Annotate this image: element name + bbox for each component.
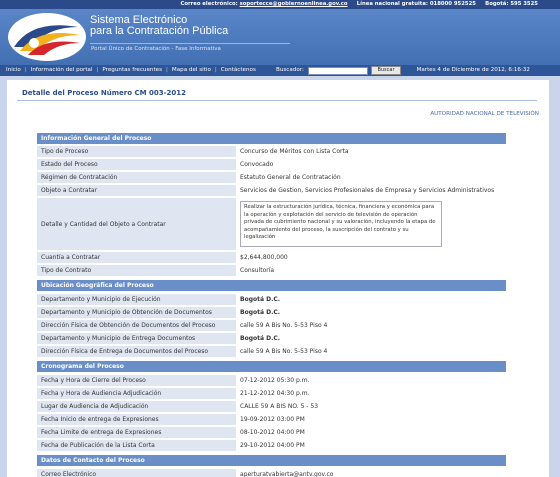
row-value: 08-10-2012 04:00 PM [237,427,506,438]
row-value: calle 59 A Bis No. 5-53 Piso 4 [237,346,506,357]
row-value: 19-09-2012 03:00 PM [237,414,506,425]
row-value: calle 59 A Bis No. 5-53 Piso 4 [237,320,506,331]
table-row: Fecha de Publicación de la Lista Corta 2… [37,440,506,451]
table-row: Dirección Física de Obtención de Documen… [37,320,506,331]
row-label: Objeto a Contratar [37,185,236,196]
table-row: Estado del Proceso Convocado [37,159,506,170]
section-ubicacion-header: Ubicación Geográfica del Proceso [37,280,506,291]
row-value: Consultoría [237,265,506,276]
row-value: 29-10-2012 04:00 PM [237,440,506,451]
row-value: $2,644,800,000 [237,252,506,263]
table-row: Fecha y Hora de Audiencia Adjudicación 2… [37,388,506,399]
main-content: Detalle del Proceso Número CM 003-2012 A… [7,80,549,477]
site-title-line2: para la Contratación Pública [90,25,229,37]
site-header: Sistema Electrónico para la Contratación… [0,9,560,65]
row-value: Estatuto General de Contratación [237,172,506,183]
row-label: Régimen de Contratación [37,172,236,183]
row-label: Detalle y Cantidad del Objeto a Contrata… [37,198,236,250]
table-row: Régimen de Contratación Estatuto General… [37,172,506,183]
contact-bar: Correo electrónico: soportecce@gobiernoe… [0,0,560,9]
page-title: Detalle del Proceso Número CM 003-2012 [22,89,187,97]
row-value: Realizar la estructuración jurídica, téc… [237,198,506,250]
title-divider [17,100,537,101]
table-row: Departamento y Municipio de Ejecución Bo… [37,294,506,305]
table-row: Cuantía a Contratar $2,644,800,000 [37,252,506,263]
row-value: Convocado [237,159,506,170]
header-divider [90,43,290,44]
table-row: Fecha Limite de entrega de Expresiones 0… [37,427,506,438]
nav-bar: Inicio | Información del portal | Pregun… [0,65,560,76]
row-label: Fecha y Hora de Audiencia Adjudicación [37,388,236,399]
entity-name: AUTORIDAD NACIONAL DE TELEVISIÓN [430,111,539,117]
current-date: Martes 4 de Diciembre de 2012, 6:16:32 [416,67,530,73]
table-row: Objeto a Contratar Servicios de Gestion,… [37,185,506,196]
search-button[interactable]: Buscar [371,66,401,75]
table-row: Departamento y Municipio de Obtención de… [37,307,506,318]
table-row: Departamento y Municipio de Entrega Docu… [37,333,506,344]
site-subtitle: Portal Único de Contratación - Fase Info… [91,46,221,52]
row-value: Servicios de Gestion, Servicios Profesio… [237,185,506,196]
phone-label: Línea nacional gratuita: 018000 952525 [356,1,476,7]
row-value: 21-12-2012 04:30 p.m. [237,388,506,399]
bogota-phone-label: Bogotá: 595 3525 [485,1,538,7]
row-value: Bogotá D.C. [237,333,506,344]
site-title: Sistema Electrónico para la Contratación… [90,15,228,37]
row-value: Concurso de Méritos con Lista Corta [237,146,506,157]
search-label: Buscador: [276,67,304,73]
nav-item-inicio[interactable]: Inicio [6,65,25,76]
table-row: Fecha y Hora de Cierre del Proceso 07-12… [37,375,506,386]
detail-textarea[interactable]: Realizar la estructuración jurídica, téc… [240,201,442,247]
email-label: Correo electrónico: [180,1,238,7]
row-label: Fecha Inicio de entrega de Expresiones [37,414,236,425]
nav-item-preguntas[interactable]: Preguntas frecuentes [102,65,166,76]
nav-menu: Inicio | Información del portal | Pregun… [6,65,260,76]
table-row: Fecha Inicio de entrega de Expresiones 1… [37,414,506,425]
row-label: Tipo de Contrato [37,265,236,276]
row-label: Departamento y Municipio de Obtención de… [37,307,236,318]
search-input[interactable] [308,67,368,75]
row-label: Cuantía a Contratar [37,252,236,263]
row-label: Correo Electrónico [37,469,236,477]
row-label: Departamento y Municipio de Entrega Docu… [37,333,236,344]
page: Correo electrónico: soportecce@gobiernoe… [0,0,560,477]
table-row: Tipo de Proceso Concurso de Méritos con … [37,146,506,157]
row-value: 07-12-2012 05:30 p.m. [237,375,506,386]
row-label: Fecha y Hora de Cierre del Proceso [37,375,236,386]
row-label: Tipo de Proceso [37,146,236,157]
row-label: Dirección Física de Entrega de Documento… [37,346,236,357]
table-row: Dirección Física de Entrega de Documento… [37,346,506,357]
row-label: Estado del Proceso [37,159,236,170]
nav-item-mapa[interactable]: Mapa del sitio [172,65,215,76]
row-label: Fecha de Publicación de la Lista Corta [37,440,236,451]
logo[interactable] [8,13,86,61]
nav-item-informacion[interactable]: Información del portal [31,65,97,76]
table-row: Detalle y Cantidad del Objeto a Contrata… [37,198,506,250]
row-value: aperturatvabierta@antv.gov.co [237,469,506,477]
section-general-header: Información General del Proceso [37,133,506,144]
logo-emblem-icon [14,25,80,55]
row-value: CALLE 59 A BIS NO. 5 - 53 [237,401,506,412]
row-value: Bogotá D.C. [237,307,506,318]
row-label: Fecha Limite de entrega de Expresiones [37,427,236,438]
section-cronograma-header: Cronograma del Proceso [37,361,506,372]
row-label: Lugar de Audiencia de Adjudicación [37,401,236,412]
section-contacto-header: Datos de Contacto del Proceso [37,455,506,466]
row-value: Bogotá D.C. [237,294,506,305]
table-row: Correo Electrónico aperturatvabierta@ant… [37,469,506,477]
nav-item-contactenos[interactable]: Contáctenos [221,65,260,76]
table-row: Lugar de Audiencia de Adjudicación CALLE… [37,401,506,412]
support-email-link[interactable]: soportecce@gobiernoenlinea.gov.co [240,1,348,7]
row-label: Departamento y Municipio de Ejecución [37,294,236,305]
row-label: Dirección Física de Obtención de Documen… [37,320,236,331]
table-row: Tipo de Contrato Consultoría [37,265,506,276]
